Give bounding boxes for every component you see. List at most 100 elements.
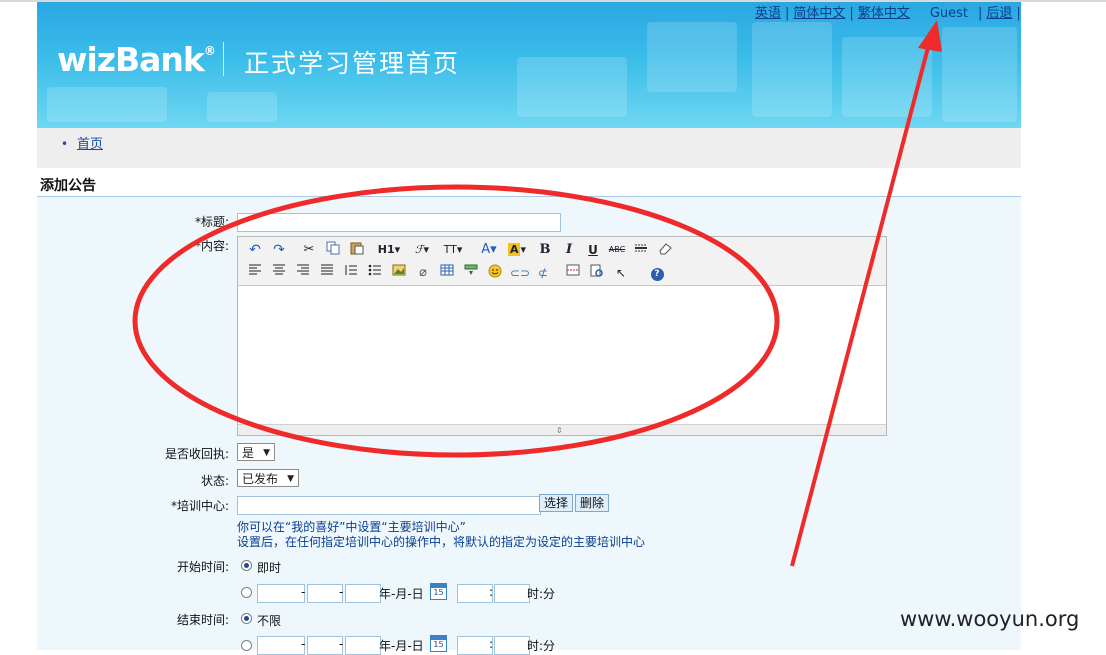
cut-icon[interactable]: ✂ — [300, 241, 318, 259]
select-center-button[interactable]: 选择 — [539, 494, 573, 512]
justify-icon[interactable] — [318, 264, 336, 282]
banner-decoration — [842, 37, 932, 117]
image-icon[interactable] — [390, 264, 408, 282]
watermark: www.wooyun.org — [900, 607, 1080, 631]
training-center-hint-detail: 设置后，在任何指定培训中心的操作中，将默认的指定为设定的主要培训中心 — [237, 535, 646, 549]
horizontal-rule-icon[interactable] — [632, 241, 650, 259]
underline-icon[interactable]: U — [584, 241, 602, 259]
title-label: *标题: — [194, 215, 229, 229]
font-family-icon[interactable]: ℱ▾ — [410, 241, 434, 259]
banner-decoration — [647, 22, 737, 92]
start-minute-input[interactable] — [494, 584, 530, 603]
insert-row-icon[interactable] — [462, 264, 480, 282]
training-center-label: *培训中心: — [170, 499, 229, 513]
receipt-selected-value: 是 — [242, 446, 255, 460]
end-month-input[interactable] — [307, 636, 343, 655]
banner-decoration — [942, 27, 1017, 122]
end-day-input[interactable] — [345, 636, 381, 655]
align-right-icon[interactable] — [294, 264, 312, 282]
eraser-icon[interactable] — [656, 241, 674, 259]
help-icon[interactable]: ? — [648, 264, 666, 282]
end-year-input[interactable] — [257, 636, 305, 655]
banner-decoration — [517, 57, 627, 117]
unlink-icon[interactable]: ⊄ — [534, 264, 552, 282]
heading-icon[interactable]: H1▾ — [376, 241, 402, 259]
font-size-icon[interactable]: TT▾ — [440, 241, 466, 259]
attachment-icon[interactable]: ⌀ — [414, 264, 432, 282]
calendar-icon[interactable]: 15 — [430, 635, 447, 652]
date-format-label: 年-月-日 — [379, 639, 424, 653]
resize-grip-icon: ⇕ — [556, 426, 563, 435]
start-month-input[interactable] — [307, 584, 343, 603]
ordered-list-icon[interactable] — [342, 264, 360, 282]
status-selected-value: 已发布 — [242, 472, 279, 486]
bold-icon[interactable]: B — [536, 241, 554, 259]
emoticon-icon[interactable] — [486, 264, 504, 282]
end-custom-radio[interactable] — [241, 640, 252, 651]
start-day-input[interactable] — [345, 584, 381, 603]
end-unlimited-radio[interactable] — [241, 613, 252, 624]
preview-icon[interactable] — [588, 264, 606, 282]
font-color-icon[interactable]: A▾ — [478, 241, 500, 259]
editor-toolbar: ↶ ↷ ✂ H1▾ ℱ▾ TT▾ A▾ A ▾ B I U ABC ⌀ ⊂⊃ ⊄… — [238, 237, 886, 286]
page-title: 正式学习管理首页 — [244, 49, 461, 78]
editor-content-area[interactable] — [238, 286, 886, 424]
receipt-select[interactable]: 是 ▼ — [237, 443, 275, 461]
link-separator: | — [849, 6, 854, 21]
link-icon[interactable]: ⊂⊃ — [510, 264, 530, 282]
chevron-down-icon: ▼ — [287, 474, 294, 484]
time-format-label: 时:分 — [527, 639, 556, 653]
link-separator: | — [1016, 6, 1021, 21]
lang-english-link[interactable]: 英语 — [755, 6, 781, 21]
date-format-label: 年-月-日 — [379, 587, 424, 601]
select-icon[interactable]: ↖ — [612, 264, 630, 282]
italic-icon[interactable]: I — [560, 241, 578, 259]
start-immediate-label: 即时 — [257, 561, 282, 575]
font-size-label: TT — [443, 243, 457, 256]
copy-icon[interactable] — [324, 241, 342, 259]
end-hour-input[interactable] — [457, 636, 493, 655]
highlight-icon[interactable]: A ▾ — [506, 241, 528, 259]
help-label: ? — [650, 268, 664, 281]
end-unlimited-label: 不限 — [257, 614, 282, 628]
breadcrumb-home-link[interactable]: 首页 — [77, 133, 103, 152]
lang-simplified-chinese-link[interactable]: 简体中文 — [793, 6, 845, 21]
date-separator: - — [339, 637, 344, 651]
current-user-label: Guest — [929, 6, 969, 21]
redo-icon[interactable]: ↷ — [270, 241, 288, 259]
lang-traditional-chinese-link[interactable]: 繁体中文 — [858, 6, 910, 21]
start-custom-radio[interactable] — [241, 587, 252, 598]
back-link[interactable]: 后退 — [986, 6, 1012, 21]
start-hour-input[interactable] — [457, 584, 493, 603]
unordered-list-icon[interactable] — [366, 264, 384, 282]
start-year-input[interactable] — [257, 584, 305, 603]
end-time-label: 结束时间: — [176, 613, 229, 627]
align-left-icon[interactable] — [246, 264, 264, 282]
table-icon[interactable] — [438, 264, 456, 282]
section-title: 添加公告 — [40, 178, 96, 194]
end-minute-input[interactable] — [494, 636, 530, 655]
breadcrumb: • 首页 — [37, 128, 1021, 168]
status-select[interactable]: 已发布 ▼ — [237, 469, 299, 487]
editor-resize-bar[interactable]: ⇕ — [238, 424, 886, 435]
title-input[interactable] — [237, 213, 561, 232]
time-separator: : — [489, 585, 494, 599]
training-center-input[interactable] — [237, 496, 541, 515]
page-break-icon[interactable] — [564, 264, 582, 282]
banner-decoration — [47, 87, 167, 122]
calendar-icon[interactable]: 15 — [430, 583, 447, 600]
start-time-label: 开始时间: — [176, 560, 229, 574]
undo-icon[interactable]: ↶ — [246, 241, 264, 259]
start-immediate-radio[interactable] — [241, 560, 252, 571]
date-separator: - — [301, 585, 306, 599]
date-separator: - — [301, 637, 306, 651]
wizbank-logo: wizBank® — [57, 40, 216, 79]
receipt-label: 是否收回执: — [164, 447, 229, 461]
page: wizBank® 正式学习管理首页 英语 | 简体中文 | 繁体中文 Guest | 后退 | … — [37, 2, 1021, 655]
strikethrough-icon[interactable]: ABC — [606, 241, 628, 259]
paste-icon[interactable] — [348, 241, 366, 259]
link-separator: | — [785, 6, 790, 21]
time-separator: : — [489, 637, 494, 651]
delete-center-button[interactable]: 删除 — [575, 494, 609, 512]
align-center-icon[interactable] — [270, 264, 288, 282]
